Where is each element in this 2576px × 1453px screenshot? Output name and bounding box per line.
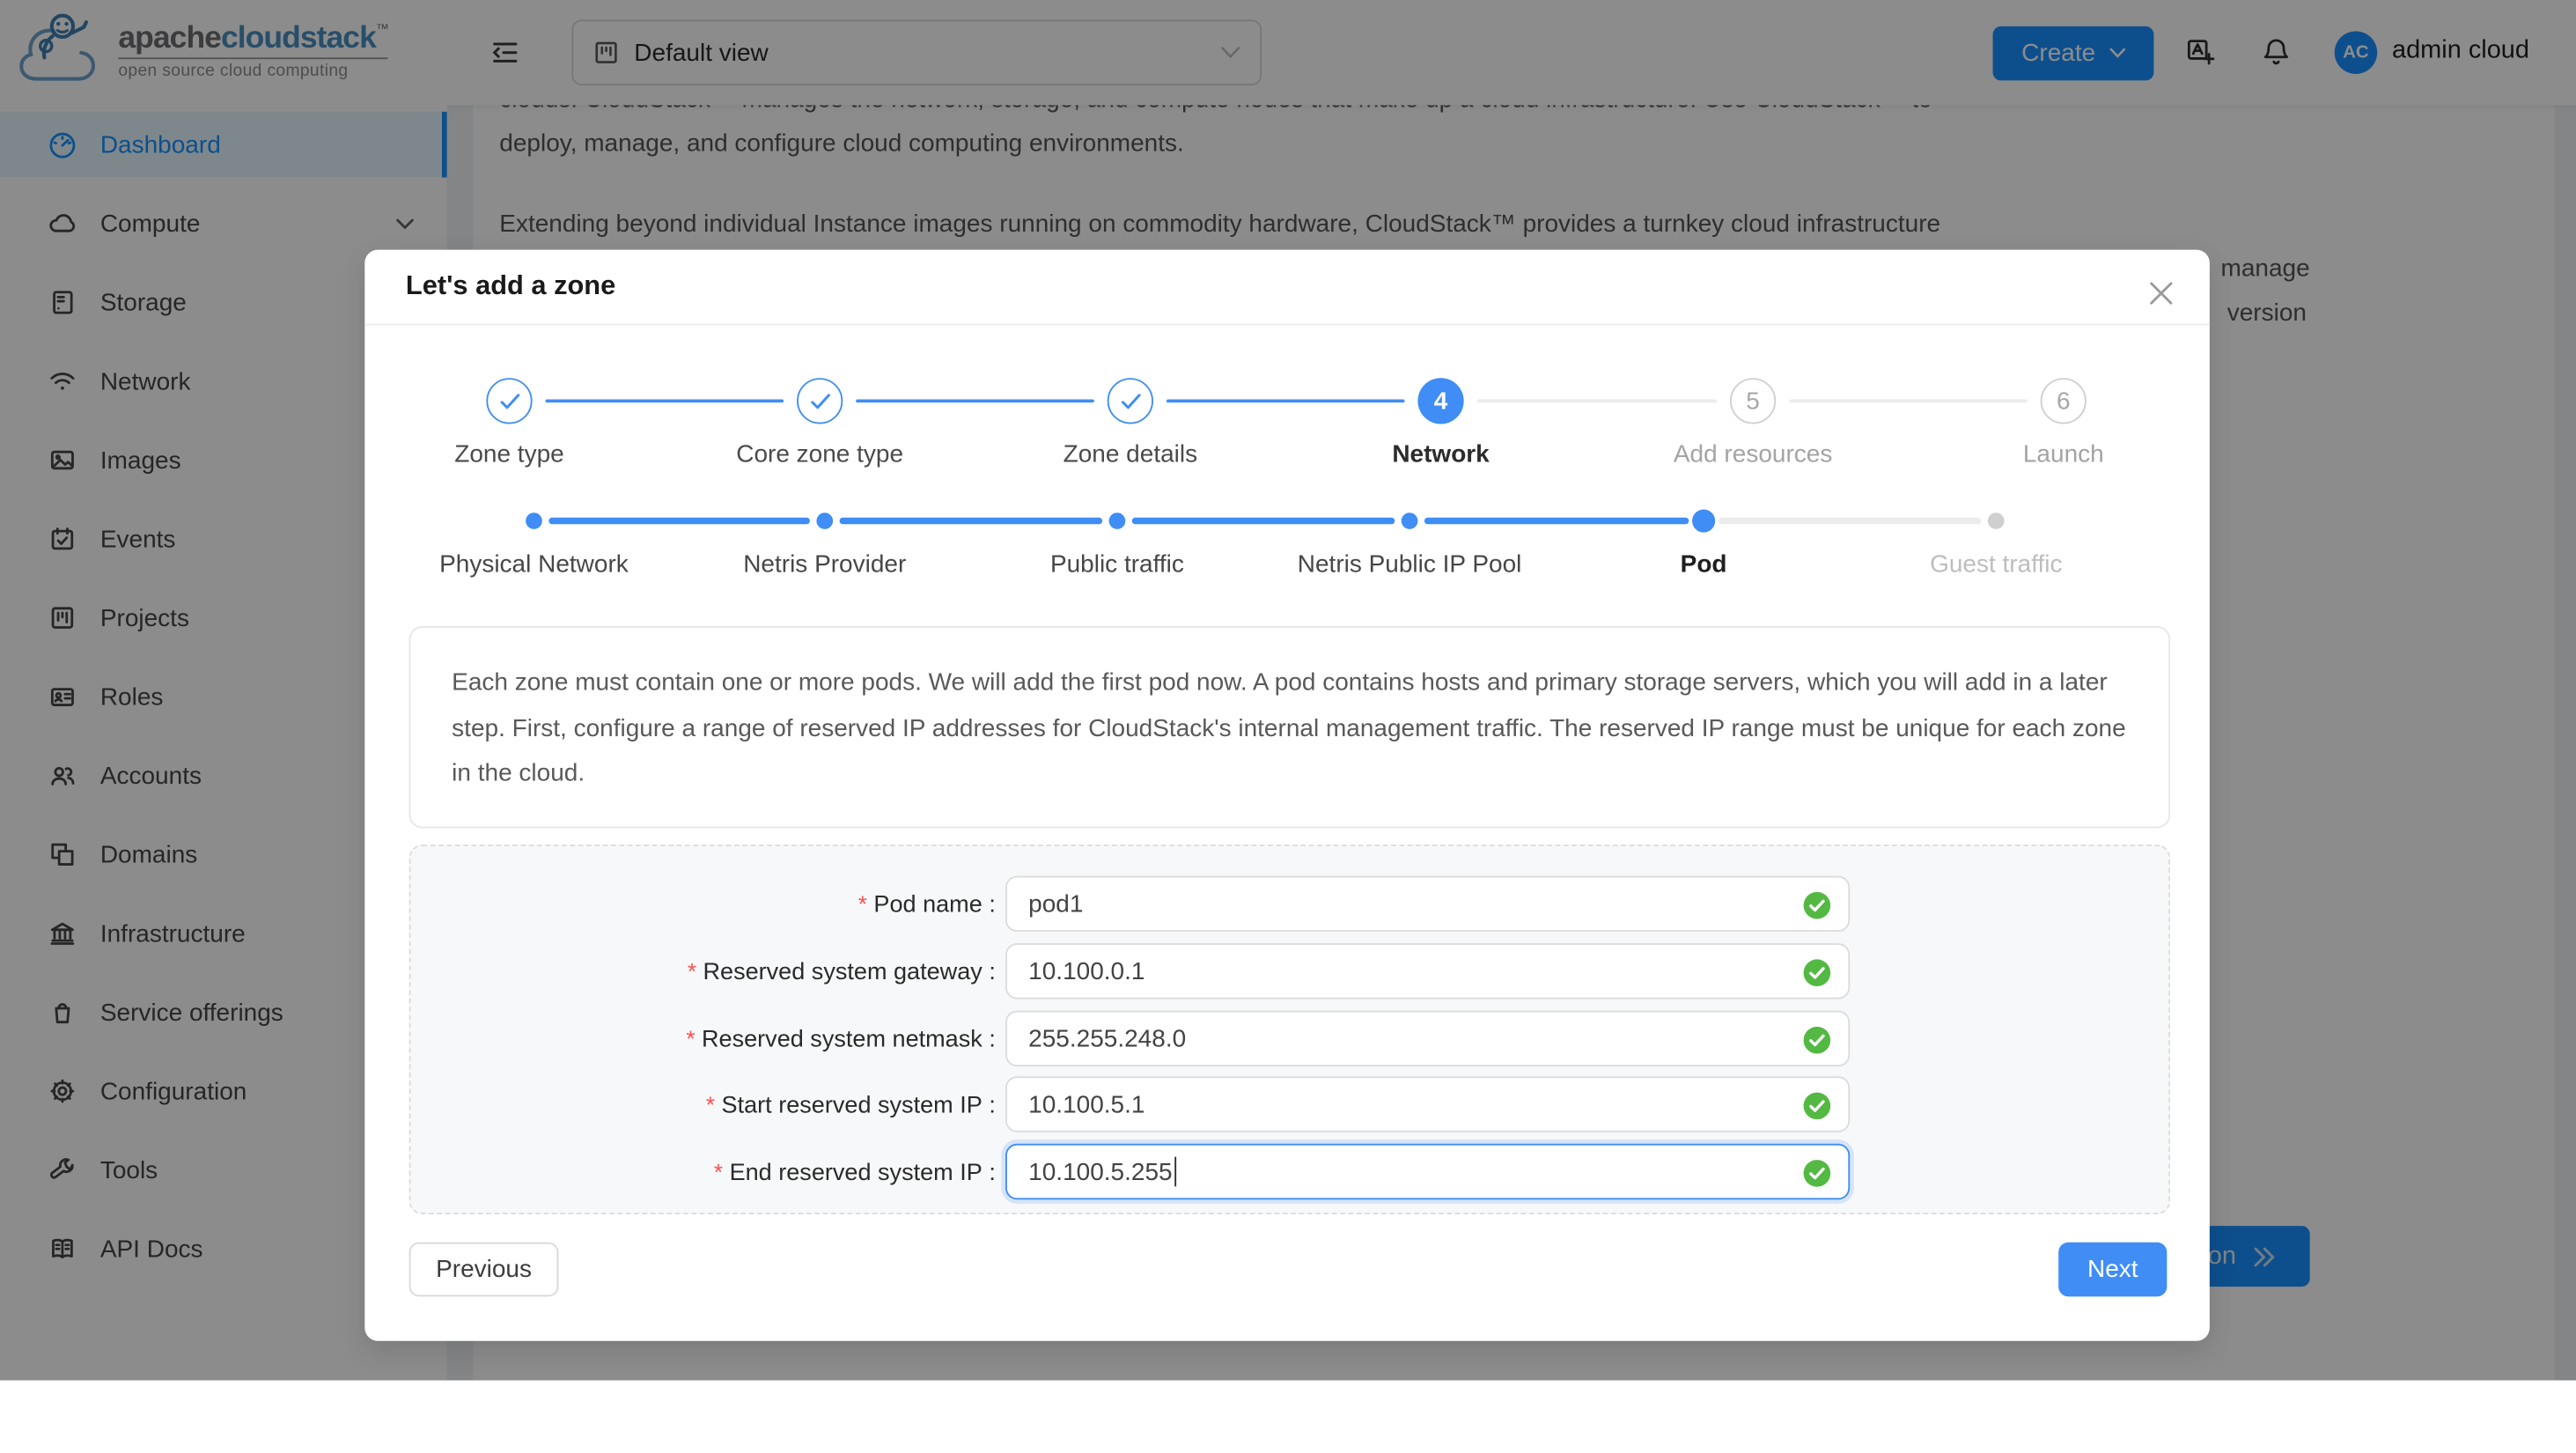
step-circle-network: 4 [1417,378,1464,424]
app-root: apachecloudstack™ open source cloud comp… [0,0,2576,1453]
required-mark: * [857,890,867,918]
sub-step-label-public-traffic: Public traffic [1049,550,1184,579]
valid-check-icon [1802,890,1832,920]
sub-step-connector [1718,517,1982,525]
end-reserved-system-ip-value: 10.100.5.255 [1028,1157,1173,1186]
sub-step-dot-netris-provider [816,513,834,529]
modal-header-divider [364,323,2210,326]
modal-title: Let's add a zone [405,270,616,301]
valid-check-icon [1802,1091,1832,1121]
sub-step-connector [1424,517,1689,525]
reserved-system-netmask-input[interactable]: 255.255.248.0 [1005,1010,1851,1067]
step-connector [856,399,1094,403]
start-reserved-system-ip-value: 10.100.5.1 [1028,1090,1145,1118]
sub-step-label-netris-public-ip-pool: Netris Public IP Pool [1297,550,1522,579]
start-reserved-system-ip-label: * Start reserved system IP : [705,1091,996,1119]
sub-step-label-guest-traffic: Guest traffic [1930,550,2063,579]
step-connector [1789,399,2028,403]
reserved-system-netmask-label: * Reserved system netmask : [686,1025,996,1054]
check-icon [810,393,829,409]
step-number: 5 [1746,387,1760,416]
step-label-add-resources: Add resources [1673,440,1833,468]
add-zone-modal: Let's add a zone 4 5 6 Zone type Core zo… [364,249,2210,1341]
pod-info-text: Each zone must contain one or more pods.… [408,625,2171,829]
reserved-system-gateway-input[interactable]: 10.100.0.1 [1005,943,1851,999]
step-circle-zone-details [1107,378,1153,424]
sub-step-connector [839,517,1103,525]
step-label-network: Network [1392,440,1490,468]
step-circle-zone-type [486,378,533,424]
end-reserved-system-ip-label: * End reserved system IP : [713,1158,996,1187]
pod-name-label: * Pod name : [857,890,996,919]
end-reserved-system-ip-input[interactable]: 10.100.5.255 [1005,1143,1851,1200]
sub-step-dot-public-traffic [1108,513,1126,529]
previous-button[interactable]: Previous [408,1242,559,1297]
close-icon[interactable] [2131,263,2190,322]
step-number: 6 [2056,387,2071,416]
sub-step-dot-pod [1692,509,1716,533]
sub-step-dot-physical-network [526,513,542,529]
sub-step-connector [548,517,810,525]
check-icon [499,393,519,409]
step-circle-core-zone-type [797,378,843,424]
pod-name-input[interactable]: pod1 [1005,875,1851,933]
sub-step-dot-guest-traffic [1987,513,2005,529]
reserved-system-gateway-value: 10.100.0.1 [1028,956,1145,985]
step-connector [545,399,784,403]
step-circle-launch: 6 [2040,378,2087,424]
step-label-zone-type: Zone type [454,440,564,468]
pod-name-value: pod1 [1028,889,1084,918]
text-caret [1174,1156,1177,1187]
valid-check-icon [1802,1159,1832,1189]
check-icon [1121,393,1140,409]
sub-step-connector [1131,517,1395,525]
valid-check-icon [1802,1025,1832,1055]
step-connector [1166,399,1405,403]
step-number: 4 [1433,387,1448,416]
step-connector [1476,399,1718,403]
sub-step-dot-netris-public-ip-pool [1401,513,1418,529]
sub-step-label-pod: Pod [1680,550,1727,579]
start-reserved-system-ip-input[interactable]: 10.100.5.1 [1005,1076,1851,1132]
step-circle-add-resources: 5 [1729,378,1777,424]
step-label-zone-details: Zone details [1063,440,1198,468]
sub-step-label-netris-provider: Netris Provider [743,550,907,579]
step-label-launch: Launch [2022,440,2104,468]
reserved-system-netmask-value: 255.255.248.0 [1028,1024,1187,1053]
valid-check-icon [1802,958,1832,988]
step-label-core-zone-type: Core zone type [736,440,904,468]
next-button[interactable]: Next [2058,1242,2168,1297]
sub-step-label-physical-network: Physical Network [439,550,629,579]
reserved-system-gateway-label: * Reserved system gateway : [687,957,996,986]
